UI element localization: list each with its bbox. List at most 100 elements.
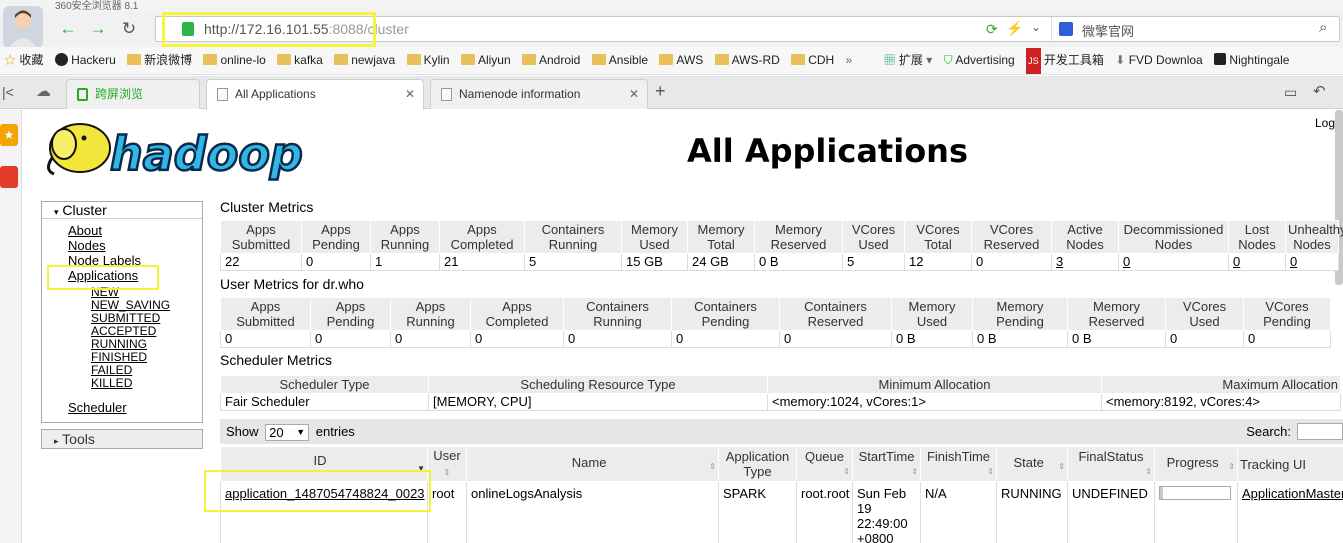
nav-about-link[interactable]: About: [68, 223, 202, 238]
bookmark-ansible[interactable]: Ansible: [591, 47, 648, 74]
table-cell: 0 B: [754, 253, 843, 271]
cluster-metrics-heading: Cluster Metrics: [220, 199, 314, 215]
entries-select[interactable]: 20 ▼: [265, 424, 310, 442]
table-cell: 5: [524, 253, 622, 271]
url-highlight-annotation: [162, 12, 376, 47]
folder-icon: [203, 54, 218, 65]
col-header: VCores Pending: [1243, 297, 1331, 331]
col-header-finishtime[interactable]: FinishTime ⇕: [920, 446, 997, 482]
chevron-down-icon[interactable]: ⌄: [1031, 20, 1041, 34]
bookmark-kafka[interactable]: kafka: [277, 47, 323, 74]
table-cell: SPARK: [718, 481, 797, 543]
datatable-controls: Show 20 ▼ entries Search:: [220, 419, 1343, 444]
col-header: Apps Completed: [439, 220, 525, 254]
table-row: 22 0 1 21 5 15 GB 24 GB 0 B 5 12 0 3 0 0 0: [220, 253, 1339, 271]
star-icon[interactable]: ★: [0, 124, 18, 146]
col-header-finalstatus[interactable]: FinalStatus ⇕: [1067, 446, 1155, 482]
col-header: VCores Total: [904, 220, 972, 254]
bookmark-aws[interactable]: AWS: [659, 47, 703, 74]
bookmark-aliyun[interactable]: Aliyun: [460, 47, 511, 74]
bookmark-advertising[interactable]: ⛉ Advertising: [944, 47, 1015, 74]
col-header: Containers Pending: [671, 297, 780, 331]
bookmark-nightingale[interactable]: Nightingale: [1214, 47, 1289, 74]
col-header: Apps Pending: [310, 297, 391, 331]
bookmark-kylin[interactable]: Kylin: [406, 47, 450, 74]
user-avatar[interactable]: [3, 6, 43, 48]
sort-icon: ⇕: [1058, 461, 1065, 471]
nav-nodes-link[interactable]: Nodes: [68, 238, 202, 253]
table-cell: 0: [390, 330, 471, 348]
bookmark-cdh[interactable]: CDH: [791, 47, 834, 74]
bookmark-newjava[interactable]: newjava: [334, 47, 395, 74]
close-icon[interactable]: ✕: [629, 80, 639, 108]
bookmark-weibo[interactable]: 新浪微博: [127, 47, 192, 74]
bookmarks-overflow-button[interactable]: »: [846, 47, 853, 74]
tab-label: Namenode information: [459, 87, 581, 101]
folder-icon: [277, 54, 292, 65]
navigation-panel: ▾ Cluster About Nodes Node Labels Applic…: [41, 201, 203, 423]
decommissioned-nodes-link[interactable]: 0: [1123, 254, 1130, 269]
tools-section-header[interactable]: ▸ Tools: [41, 429, 203, 449]
unhealthy-nodes-link[interactable]: 0: [1290, 254, 1297, 269]
close-icon[interactable]: ✕: [405, 80, 415, 108]
forward-button[interactable]: →: [85, 16, 111, 42]
cloud-icon[interactable]: ☁: [36, 82, 51, 100]
application-id-highlight-annotation: [204, 470, 431, 512]
search-icon[interactable]: ⌕: [1319, 19, 1327, 36]
reload-icon[interactable]: ↻: [116, 16, 142, 42]
tracking-ui-link[interactable]: ApplicationMaster: [1242, 486, 1343, 501]
bookmark-online-lo[interactable]: online-lo: [203, 47, 266, 74]
tab-manager-icon[interactable]: ▭: [1284, 84, 1297, 101]
hadoop-logo: hadoop: [42, 118, 312, 182]
back-button[interactable]: ←: [55, 16, 81, 42]
col-header: Containers Running: [563, 297, 672, 331]
col-header: Lost Nodes: [1228, 220, 1286, 254]
bookmarks-bar: ☆ 收藏 Hackeru 新浪微博 online-lo kafka newjav…: [0, 47, 1343, 75]
new-tab-button[interactable]: +: [655, 81, 666, 102]
bookmark-aws-rd[interactable]: AWS-RD: [714, 47, 780, 74]
col-header-tracking[interactable]: Tracking UI: [1237, 446, 1343, 482]
weibo-icon[interactable]: [0, 166, 18, 188]
tab-bar: |< ☁ 跨屏浏览 All Applications ✕ Namenode in…: [0, 76, 1343, 110]
table-row: Fair Scheduler [MEMORY, CPU] <memory:1024,…: [220, 393, 1341, 411]
col-header: Memory Used: [891, 297, 973, 331]
col-header-state[interactable]: State ⇕: [996, 446, 1068, 482]
nav-scheduler-link[interactable]: Scheduler: [68, 400, 202, 415]
bookmark-hackeru[interactable]: Hackeru: [54, 47, 116, 74]
progress-bar: [1159, 486, 1231, 500]
col-header-name[interactable]: Name ⇕: [466, 446, 719, 482]
search-engine-field[interactable]: 微擎官网: [1082, 21, 1134, 40]
bookmark-fvd[interactable]: ⬇ FVD Downloa: [1115, 47, 1202, 74]
col-header-user[interactable]: User ⇕: [427, 446, 467, 482]
refresh-icon[interactable]: ⟳: [986, 21, 998, 38]
bookmark-android[interactable]: Android: [521, 47, 580, 74]
sort-icon: ⇕: [911, 467, 918, 476]
search-engine-icon[interactable]: [1059, 22, 1073, 36]
col-header-queue[interactable]: Queue ⇕: [796, 446, 853, 482]
bookmark-favorites[interactable]: ☆ 收藏: [4, 47, 43, 74]
col-header: Apps Pending: [301, 220, 371, 254]
table-cell: <memory:1024, vCores:1>: [767, 393, 1102, 411]
col-header-progress[interactable]: Progress ⇕: [1154, 446, 1238, 482]
tab-cross-screen[interactable]: 跨屏浏览: [66, 79, 200, 109]
col-header-type[interactable]: Application Type: [718, 446, 797, 482]
login-link[interactable]: Log: [1315, 116, 1335, 130]
sidebar-toggle-icon[interactable]: |<: [2, 84, 14, 100]
tab-namenode[interactable]: Namenode information ✕: [430, 79, 648, 109]
bookmark-devtools[interactable]: JS 开发工具箱: [1026, 47, 1104, 74]
col-header-starttime[interactable]: StartTime ⇕: [852, 446, 921, 482]
undo-icon[interactable]: ↶: [1313, 82, 1326, 100]
cluster-section-header[interactable]: ▾ Cluster: [42, 202, 202, 219]
tab-label: 跨屏浏览: [95, 87, 144, 101]
table-cell: 15 GB: [621, 253, 688, 271]
nav-state-killed[interactable]: KILLED: [91, 377, 202, 390]
col-header: Scheduler Type: [220, 375, 429, 394]
lost-nodes-link[interactable]: 0: [1233, 254, 1240, 269]
tab-all-applications[interactable]: All Applications ✕: [206, 79, 424, 110]
table-cell: <memory:8192, vCores:4>: [1101, 393, 1341, 411]
extensions-button[interactable]: ▦ 扩展 ▾: [884, 47, 933, 74]
search-input[interactable]: [1297, 423, 1343, 440]
lightning-icon[interactable]: ⚡: [1006, 20, 1023, 37]
col-header: Scheduling Resource Type: [428, 375, 768, 394]
active-nodes-link[interactable]: 3: [1056, 254, 1063, 269]
